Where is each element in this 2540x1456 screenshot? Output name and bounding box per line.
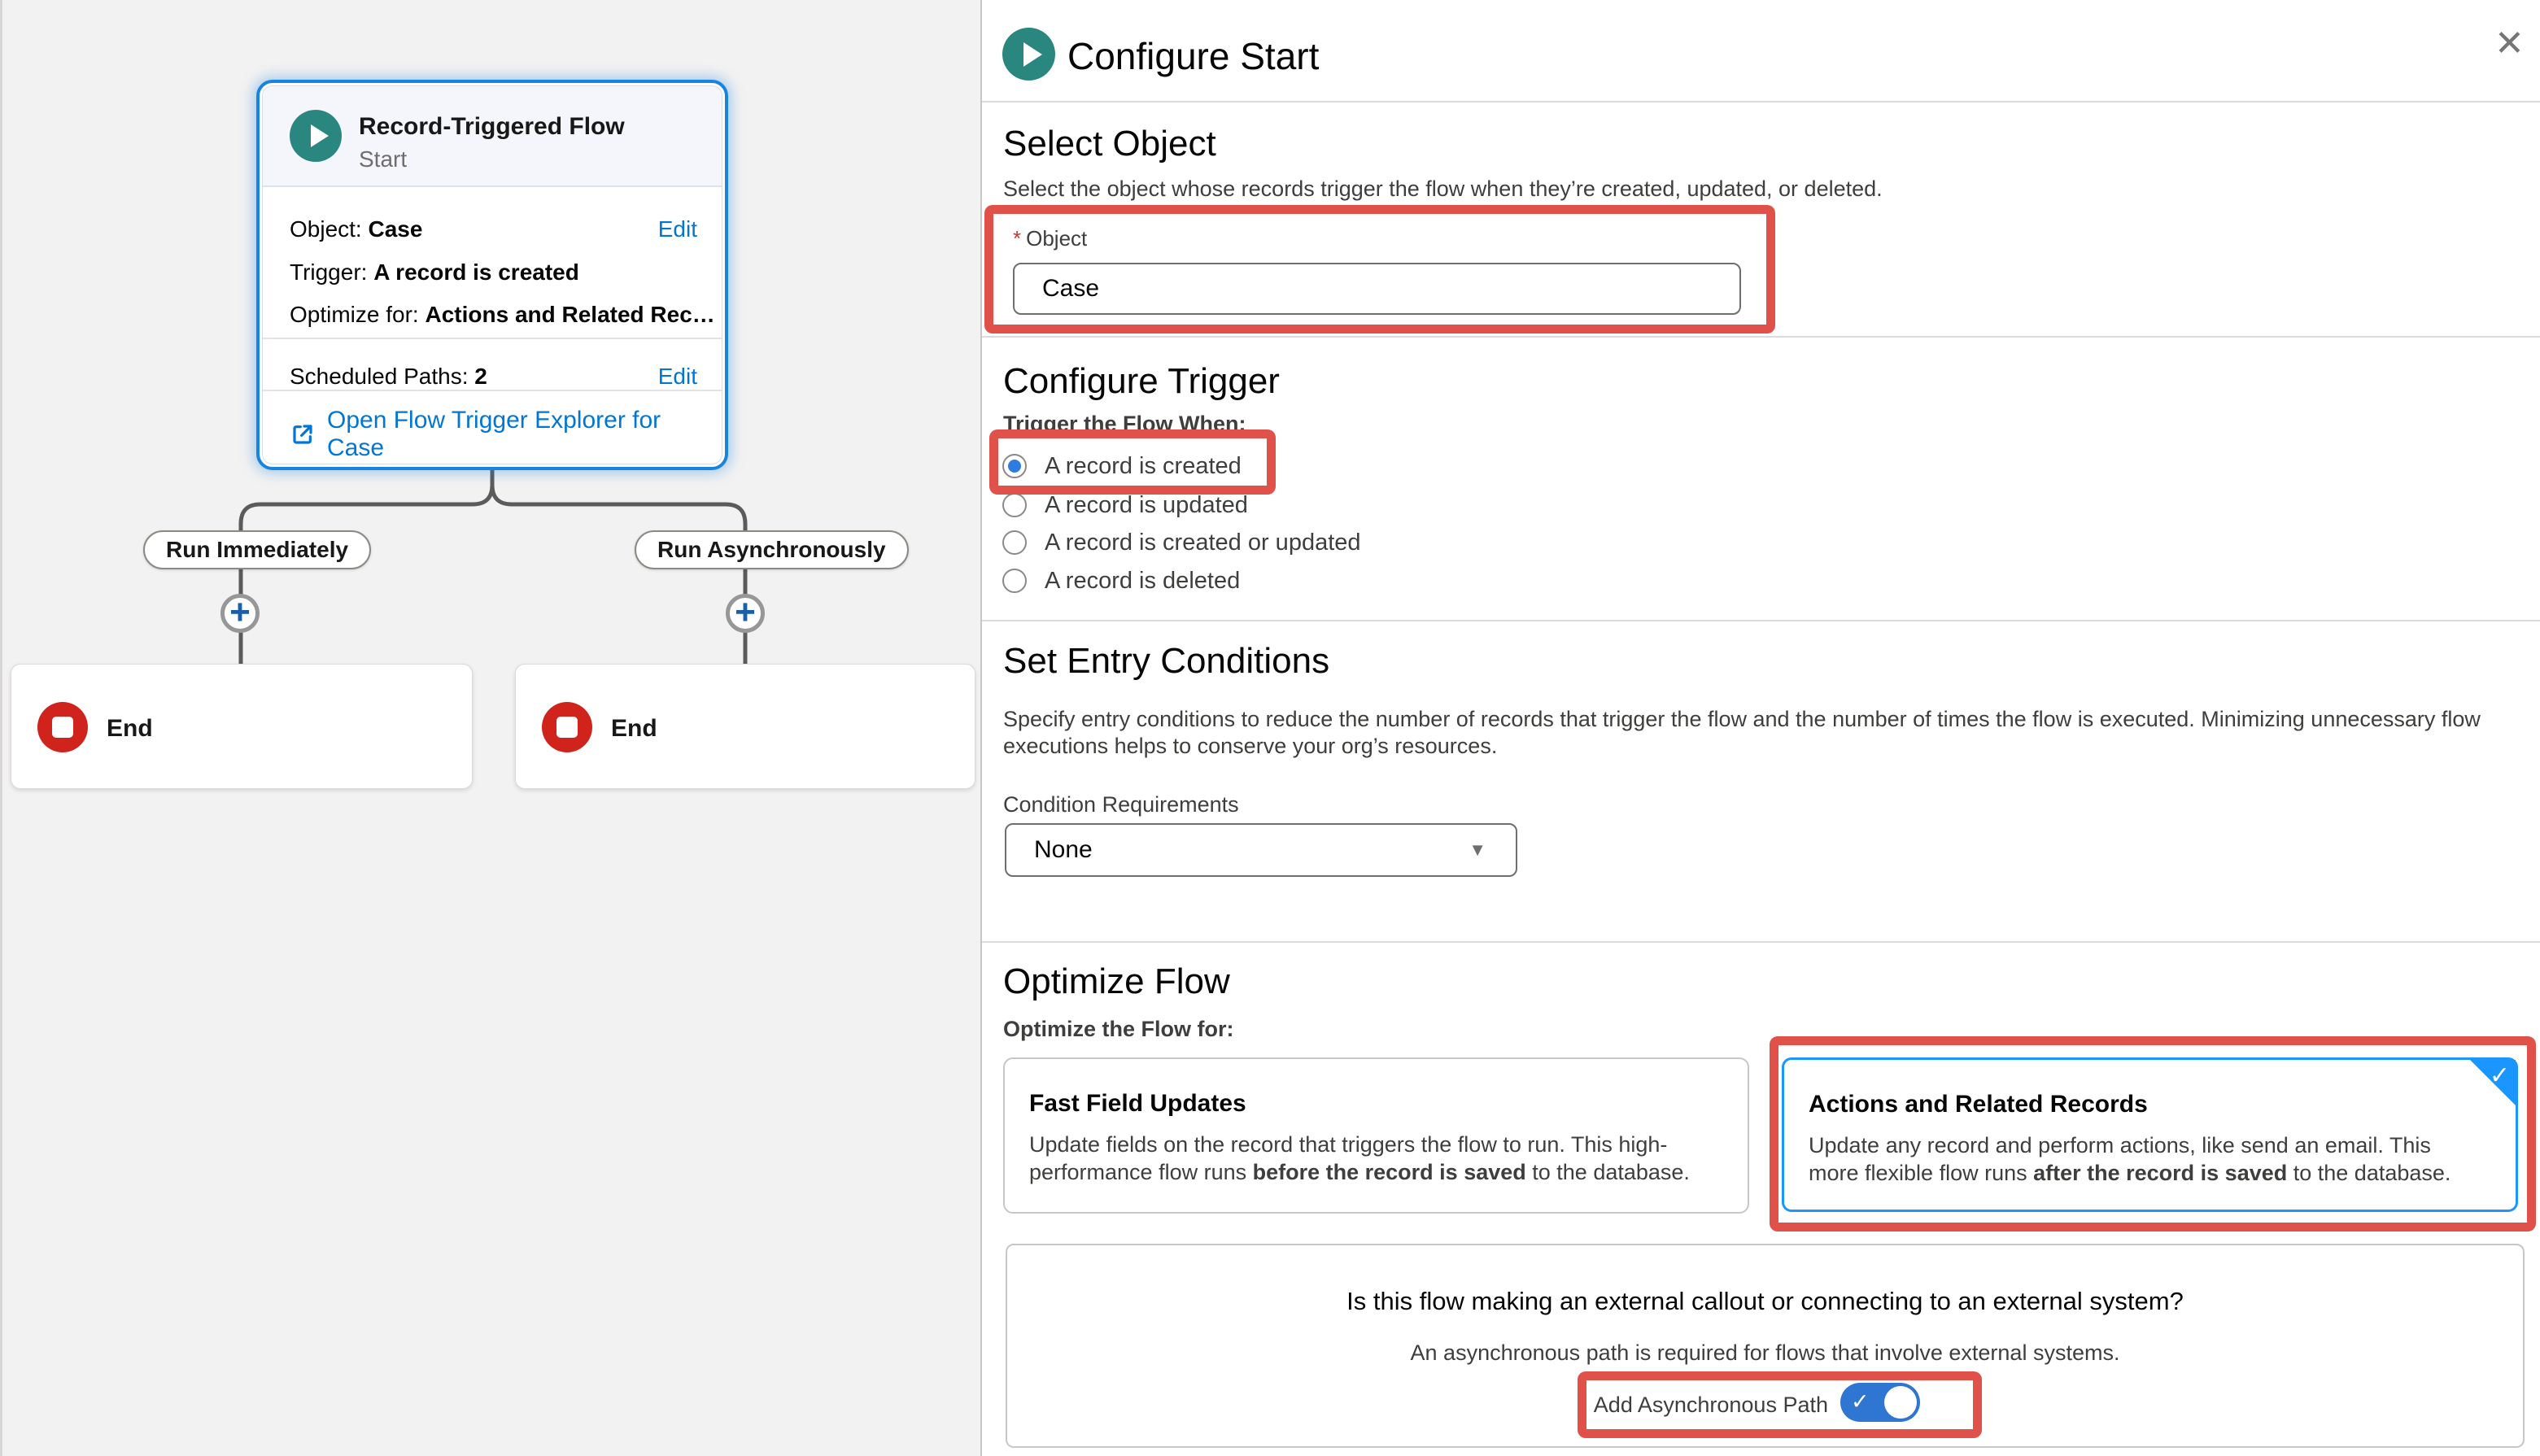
object-input[interactable]: Case — [1013, 263, 1741, 315]
chevron-down-icon: ▼ — [1469, 839, 1486, 861]
flow-trigger-explorer-link[interactable]: Open Flow Trigger Explorer for Case — [290, 407, 722, 462]
radio-record-deleted[interactable]: A record is deleted — [1002, 568, 1240, 594]
option-card-title: Actions and Related Records — [1809, 1091, 2148, 1118]
trigger-when-label: Trigger the Flow When: — [1003, 412, 1246, 437]
start-play-icon — [290, 110, 342, 162]
selected-check-icon: ✓ — [2490, 1061, 2510, 1090]
desc-text: to the database. — [2287, 1161, 2451, 1185]
optimize-for-label: Optimize the Flow for: — [1003, 1017, 1234, 1042]
optimize-flow-heading: Optimize Flow — [1003, 961, 1230, 1002]
desc-text: to the database. — [1526, 1160, 1690, 1184]
start-node-card: Record-Triggered Flow Start Object: Case… — [262, 85, 722, 464]
end-stop-icon — [37, 702, 88, 752]
option-card-fast-field-updates[interactable]: Fast Field Updates Update fields on the … — [1003, 1057, 1749, 1214]
radio-record-created-or-updated[interactable]: A record is created or updated — [1002, 530, 1361, 556]
flow-trigger-explorer-label: Open Flow Trigger Explorer for Case — [327, 407, 722, 462]
select-object-description: Select the object whose records trigger … — [1003, 176, 1883, 203]
start-object-row: Object: Case Edit — [290, 216, 697, 242]
object-input-value: Case — [1042, 275, 1099, 303]
desc-bold-text: after the record is saved — [2033, 1161, 2287, 1185]
radio-label: A record is created — [1045, 453, 1242, 480]
node-divider — [263, 390, 722, 391]
start-node-header: Record-Triggered Flow Start — [263, 86, 722, 187]
radio-label: A record is deleted — [1045, 568, 1240, 595]
option-card-actions-related-records[interactable]: ✓ Actions and Related Records Update any… — [1782, 1057, 2518, 1212]
object-row-label: Object: — [290, 216, 362, 242]
radio-label: A record is updated — [1045, 492, 1248, 519]
end-node-immediate[interactable]: End — [11, 664, 473, 789]
start-node[interactable]: Record-Triggered Flow Start Object: Case… — [256, 80, 728, 470]
edit-scheduled-paths-link[interactable]: Edit — [658, 364, 697, 390]
async-toggle-label: Add Asynchronous Path — [1591, 1393, 1828, 1418]
end-node-label: End — [107, 715, 153, 743]
radio-button[interactable] — [1002, 493, 1027, 517]
flow-builder-screen: Record-Triggered Flow Start Object: Case… — [0, 0, 2540, 1456]
radio-record-created[interactable]: A record is created — [1002, 453, 1242, 479]
radio-label: A record is created or updated — [1045, 530, 1361, 556]
section-divider — [982, 620, 2540, 621]
start-node-subtitle: Start — [359, 146, 407, 172]
desc-bold-text: before the record is saved — [1253, 1160, 1526, 1184]
branch-label-text: Run Immediately — [166, 537, 348, 563]
node-divider — [263, 338, 722, 339]
radio-button[interactable] — [1002, 569, 1027, 593]
toggle-check-icon: ✓ — [1851, 1389, 1870, 1415]
option-card-title: Fast Field Updates — [1029, 1090, 1246, 1118]
scheduled-paths-value: 2 — [474, 364, 487, 389]
close-icon[interactable]: ✕ — [2494, 26, 2525, 62]
add-async-path-toggle[interactable]: ✓ — [1840, 1383, 1920, 1422]
condition-requirements-select[interactable]: None ▼ — [1005, 823, 1517, 877]
condition-requirements-value: None — [1034, 836, 1093, 864]
async-note: An asynchronous path is required for flo… — [1006, 1340, 2525, 1366]
condition-requirements-label: Condition Requirements — [1003, 792, 1239, 817]
select-object-heading: Select Object — [1003, 124, 1216, 164]
object-row-value: Case — [368, 216, 422, 242]
end-stop-icon — [542, 702, 592, 752]
trigger-row-label: Trigger: — [290, 259, 367, 285]
object-field-label-text: Object — [1026, 226, 1087, 251]
option-card-description: Update any record and perform actions, l… — [1809, 1131, 2484, 1187]
radio-button[interactable] — [1002, 530, 1027, 555]
edit-object-link[interactable]: Edit — [658, 216, 697, 242]
start-trigger-row: Trigger: A record is created — [290, 259, 697, 286]
branch-label-run-immediately: Run Immediately — [143, 530, 371, 569]
radio-dot — [1008, 460, 1021, 473]
entry-conditions-heading: Set Entry Conditions — [1003, 641, 1329, 682]
section-divider — [982, 101, 2540, 102]
required-asterisk: * — [1013, 226, 1021, 251]
entry-conditions-description: Specify entry conditions to reduce the n… — [1003, 706, 2533, 760]
object-field-label: *Object — [1013, 226, 1087, 251]
toggle-knob[interactable] — [1884, 1386, 1917, 1419]
section-divider — [982, 941, 2540, 943]
branch-label-text: Run Asynchronously — [657, 537, 886, 563]
external-link-icon — [290, 421, 316, 447]
section-divider — [982, 336, 2540, 338]
trigger-row-value: A record is created — [373, 259, 579, 285]
optimize-row-value: Actions and Related Rec… — [425, 302, 714, 327]
scheduled-paths-row: Scheduled Paths: 2 Edit — [290, 364, 697, 390]
end-node-async[interactable]: End — [515, 664, 975, 789]
start-node-title: Record-Triggered Flow — [359, 113, 625, 141]
optimize-row-label: Optimize for: — [290, 302, 419, 327]
configure-trigger-heading: Configure Trigger — [1003, 361, 1280, 402]
start-optimize-row: Optimize for: Actions and Related Rec… — [290, 302, 697, 328]
scheduled-paths-label: Scheduled Paths: — [290, 364, 469, 389]
flow-canvas[interactable]: Record-Triggered Flow Start Object: Case… — [0, 0, 980, 1456]
radio-button-selected[interactable] — [1002, 454, 1027, 478]
async-question: Is this flow making an external callout … — [1006, 1287, 2525, 1316]
radio-record-updated[interactable]: A record is updated — [1002, 492, 1248, 518]
end-node-label: End — [611, 715, 657, 743]
add-element-button-async[interactable]: + — [726, 594, 765, 633]
option-card-description: Update fields on the record that trigger… — [1029, 1131, 1745, 1186]
panel-title: Configure Start — [1067, 34, 1319, 78]
add-element-button-immediate[interactable]: + — [220, 594, 260, 633]
branch-label-run-asynchronously: Run Asynchronously — [635, 530, 909, 569]
panel-play-icon — [1002, 28, 1055, 81]
